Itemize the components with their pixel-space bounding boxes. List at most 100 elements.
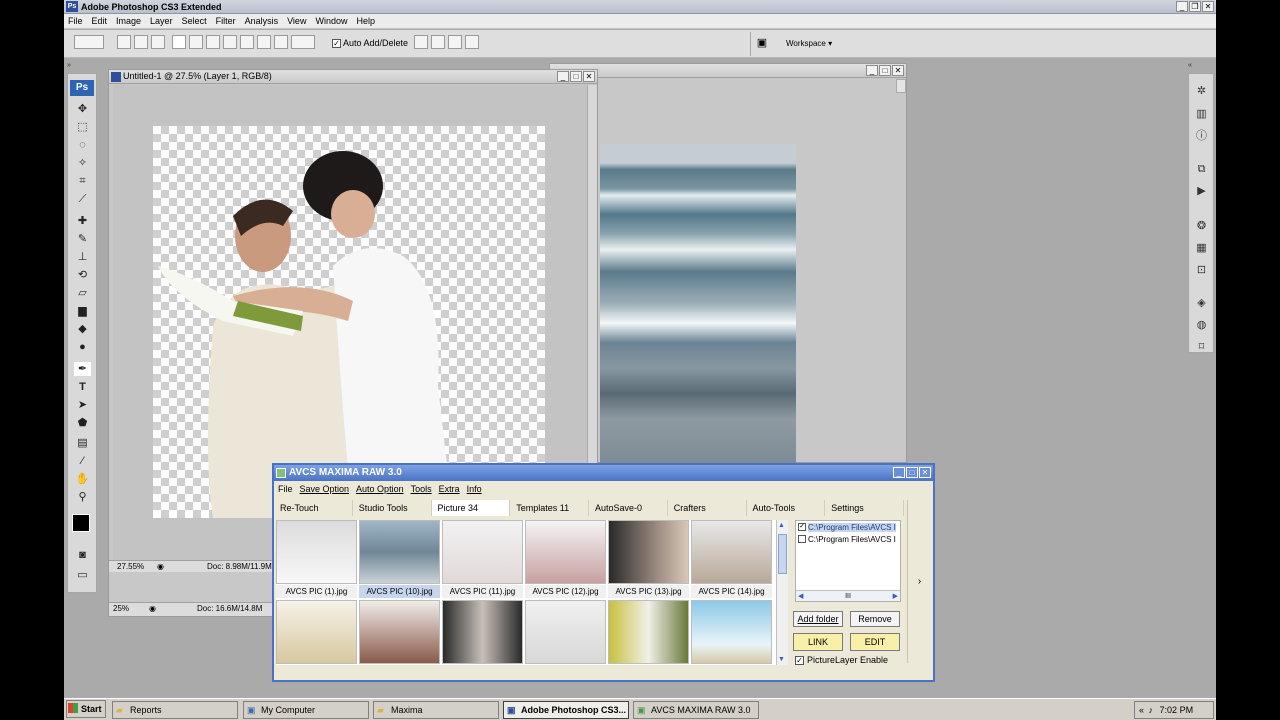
minimize-button[interactable]: _ xyxy=(1176,1,1188,12)
doc1-close-button[interactable]: ✕ xyxy=(583,71,595,82)
scroll-down-icon[interactable]: ▼ xyxy=(778,656,785,663)
histogram-icon[interactable]: ▥ xyxy=(1194,107,1209,122)
folder-hscrollbar[interactable]: ◀ III ▶ xyxy=(796,590,900,601)
hand-tool-icon[interactable]: ✋ xyxy=(74,472,91,486)
menu-help[interactable]: Help xyxy=(356,16,375,26)
workspace-icon[interactable]: ▣ xyxy=(754,37,770,50)
folder-list[interactable]: ✓ C:\Program Files\AVCS I C:\Program Fil… xyxy=(795,520,901,602)
marquee-tool-icon[interactable]: ⬚ xyxy=(74,120,91,134)
scroll-right-icon[interactable]: ▶ xyxy=(893,591,898,601)
tab-templates[interactable]: Templates 11 xyxy=(510,500,589,516)
thumbnail-label[interactable]: AVCS PIC (11).jpg xyxy=(442,585,523,598)
thumbnail-image[interactable] xyxy=(608,600,689,664)
thumbnail-image[interactable] xyxy=(608,520,689,584)
quick-mask-icon[interactable]: ◙ xyxy=(74,548,91,562)
thumbnail-image[interactable] xyxy=(276,600,357,664)
avcs-menu-auto-option[interactable]: Auto Option xyxy=(356,484,404,498)
doc2-close-button[interactable]: ✕ xyxy=(892,65,904,76)
pen-icon[interactable] xyxy=(172,35,186,49)
gradient-tool-icon[interactable]: ▆ xyxy=(74,304,91,318)
zoom-tool-icon[interactable]: ⚲ xyxy=(74,490,91,504)
thumbnail-image[interactable] xyxy=(276,520,357,584)
avcs-menu-tools[interactable]: Tools xyxy=(411,484,432,498)
thumbnail-label[interactable]: AVCS PIC (14).jpg xyxy=(691,585,772,598)
polygon-icon[interactable] xyxy=(257,35,271,49)
folder-item[interactable]: ✓ C:\Program Files\AVCS I xyxy=(798,523,896,532)
folder-checkbox[interactable]: ✓ xyxy=(798,523,806,531)
doc2-status-icon[interactable]: ◉ xyxy=(149,603,156,614)
menu-window[interactable]: Window xyxy=(315,16,347,26)
styles-icon[interactable]: ⊡ xyxy=(1194,263,1209,278)
channels-icon[interactable]: ◍ xyxy=(1194,318,1209,333)
path-selection-icon[interactable]: ➤ xyxy=(74,398,91,412)
collapse-icon[interactable]: » xyxy=(67,62,71,69)
rounded-rectangle-icon[interactable] xyxy=(223,35,237,49)
menu-layer[interactable]: Layer xyxy=(150,16,173,26)
volume-icon[interactable]: ♪ xyxy=(1149,705,1154,715)
avcs-menu-extra[interactable]: Extra xyxy=(439,484,460,498)
edit-button[interactable]: EDIT xyxy=(850,633,900,651)
menu-filter[interactable]: Filter xyxy=(216,16,236,26)
thumbnail-image[interactable] xyxy=(442,600,523,664)
doc2-maximize-button[interactable]: □ xyxy=(879,65,891,76)
swatches-icon[interactable]: ▦ xyxy=(1194,241,1209,256)
brush-tool-icon[interactable]: ✎ xyxy=(74,232,91,246)
custom-shape-icon[interactable] xyxy=(291,35,315,49)
thumbnail-image[interactable] xyxy=(359,520,440,584)
doc2-zoom-field[interactable]: 25% xyxy=(113,603,129,614)
taskbar-item-photoshop[interactable]: ▣ Adobe Photoshop CS3... xyxy=(503,701,629,719)
thumbnail-label[interactable]: AVCS PIC (13).jpg xyxy=(608,585,689,598)
avcs-maximize-button[interactable]: □ xyxy=(906,467,918,478)
tab-auto-tools[interactable]: Auto-Tools xyxy=(746,500,826,516)
avcs-close-button[interactable]: ✕ xyxy=(919,467,931,478)
close-button[interactable]: ✕ xyxy=(1202,1,1214,12)
avcs-titlebar[interactable]: AVCS MAXIMA RAW 3.0 xyxy=(274,465,933,481)
menu-view[interactable]: View xyxy=(287,16,306,26)
eyedropper-icon[interactable]: ⁄ xyxy=(74,454,91,468)
folder-checkbox[interactable] xyxy=(798,535,806,543)
thumbnail-image[interactable] xyxy=(359,600,440,664)
remove-button[interactable]: Remove xyxy=(850,611,900,627)
avcs-menu-save-option[interactable]: Save Option xyxy=(300,484,350,498)
add-folder-button[interactable]: Add folder xyxy=(793,611,843,627)
tray-expand-icon[interactable]: « xyxy=(1139,705,1144,715)
thumbnail-image[interactable] xyxy=(525,600,606,664)
thumbnail-scrollbar[interactable]: ▲ ▼ xyxy=(776,520,788,665)
pen-tool-icon[interactable]: ✒ xyxy=(74,362,91,376)
notes-tool-icon[interactable]: ▤ xyxy=(74,436,91,450)
slice-tool-icon[interactable]: ⟋ xyxy=(74,192,91,206)
history-brush-icon[interactable]: ⟲ xyxy=(74,268,91,282)
thumbnail-label[interactable]: AVCS PIC (1).jpg xyxy=(276,585,357,598)
foreground-color-swatch[interactable] xyxy=(72,514,90,532)
thumbnail-image[interactable] xyxy=(691,600,772,664)
navigator-icon[interactable]: ✲ xyxy=(1194,84,1209,99)
picture-layer-option[interactable]: ✓ PictureLayer Enable xyxy=(795,655,888,665)
thumbnail-image[interactable] xyxy=(525,520,606,584)
menu-edit[interactable]: Edit xyxy=(92,16,108,26)
path-area-subtract-icon[interactable] xyxy=(431,35,445,49)
shape-layers-icon[interactable] xyxy=(117,35,131,49)
menu-image[interactable]: Image xyxy=(116,16,141,26)
scroll-up-icon[interactable]: ▲ xyxy=(778,522,785,529)
document-1-titlebar[interactable]: Untitled-1 @ 27.5% (Layer 1, RGB/8) xyxy=(109,70,597,84)
tab-autosave[interactable]: AutoSave-0 xyxy=(589,500,668,516)
layers-icon[interactable]: ◈ xyxy=(1194,296,1209,311)
tab-studio-tools[interactable]: Studio Tools xyxy=(352,500,432,516)
healing-brush-icon[interactable]: ✚ xyxy=(74,214,91,228)
picture-layer-checkbox[interactable]: ✓ xyxy=(795,655,804,665)
right-dock-collapse-icon[interactable]: « xyxy=(1188,62,1192,69)
doc2-minimize-button[interactable]: _ xyxy=(866,65,878,76)
auto-add-delete-option[interactable]: ✓ Auto Add/Delete xyxy=(332,38,408,48)
fill-pixels-icon[interactable] xyxy=(151,35,165,49)
folder-item[interactable]: C:\Program Files\AVCS I xyxy=(798,535,896,544)
taskbar-item-avcs[interactable]: ▣ AVCS MAXIMA RAW 3.0 xyxy=(633,701,759,719)
avcs-menu-info[interactable]: Info xyxy=(467,484,482,498)
tab-picture[interactable]: Picture 34 xyxy=(431,500,511,516)
auto-add-delete-checkbox[interactable]: ✓ xyxy=(332,38,341,48)
ellipse-icon[interactable] xyxy=(240,35,254,49)
type-tool-icon[interactable]: T xyxy=(74,380,91,394)
avcs-menu-file[interactable]: File xyxy=(278,484,293,498)
doc1-minimize-button[interactable]: _ xyxy=(557,71,569,82)
tab-retouch[interactable]: Re-Touch xyxy=(274,500,353,516)
scroll-thumb[interactable] xyxy=(778,534,787,574)
